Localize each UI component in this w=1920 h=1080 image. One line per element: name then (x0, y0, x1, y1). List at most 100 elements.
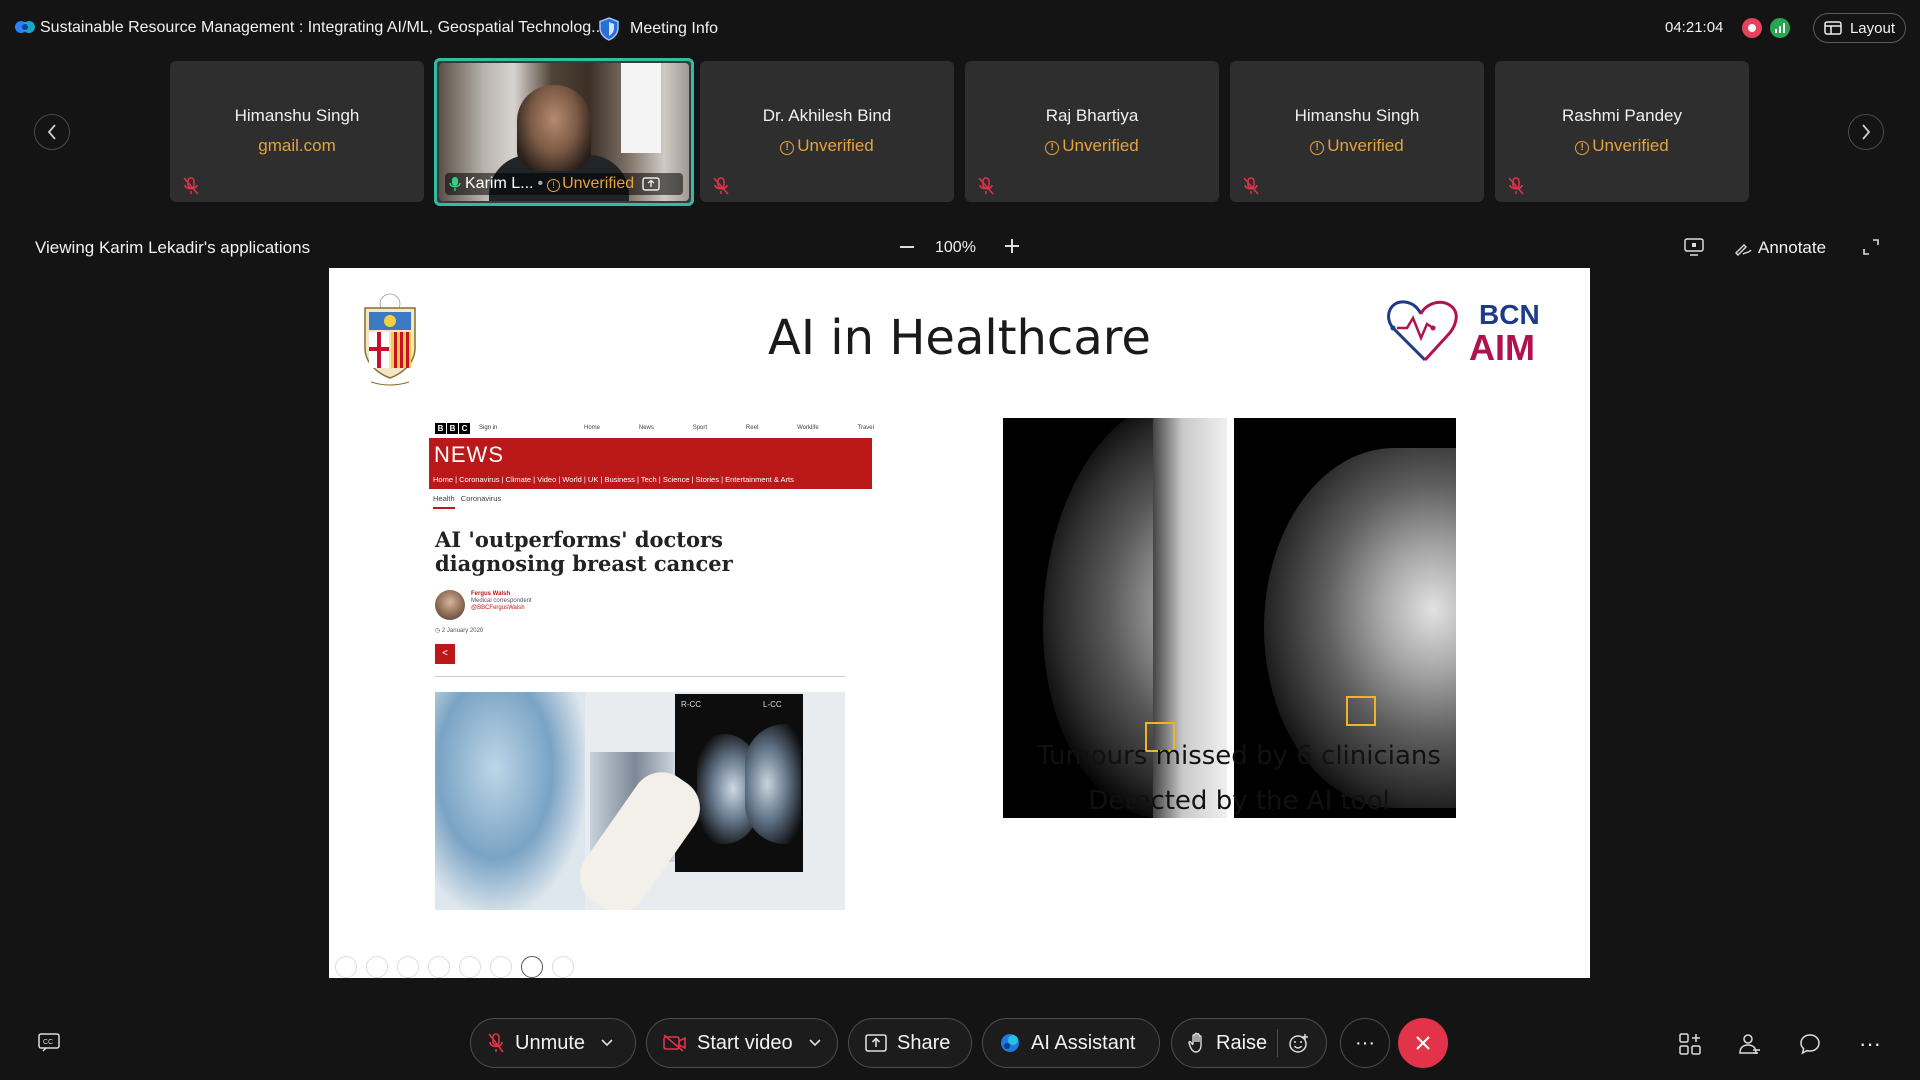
shared-screen-options-button[interactable] (1684, 238, 1704, 261)
bbc-logo-box: C (459, 422, 470, 434)
share-button[interactable]: Share (848, 1018, 972, 1068)
reactions-emoji-icon[interactable] (1288, 1032, 1310, 1054)
logo-text-top: BCN (1479, 299, 1540, 330)
participant-status: ! Unverified (1230, 136, 1484, 156)
participant-email: gmail.com (258, 136, 336, 155)
pen-tool-icon[interactable] (397, 956, 419, 978)
magnifier-icon[interactable] (459, 956, 481, 978)
chevron-right-icon (1862, 124, 1871, 140)
bbc-news-brand: NEWS (434, 442, 504, 467)
participant-tile[interactable]: Himanshu Singh gmail.com (170, 61, 424, 202)
zoom-level: 100% (935, 239, 976, 256)
shield-icon (599, 17, 619, 41)
bbc-top-nav: Home News Sport Reel Worklife Travel (584, 420, 874, 436)
bbc-subnav: Health Coronavirus (433, 494, 501, 509)
layout-button[interactable]: Layout (1813, 13, 1906, 43)
author-avatar (435, 590, 465, 620)
warning-icon: ! (1310, 141, 1325, 155)
bbc-subnav-active: Health (433, 494, 455, 509)
screen-share-icon (642, 177, 660, 191)
annotate-label: Annotate (1758, 238, 1827, 257)
meeting-info-button[interactable]: Meeting Info (598, 15, 718, 43)
shared-slide: AI in Healthcare BCN AIM B B C Sign in H… (329, 268, 1590, 978)
leave-meeting-button[interactable] (1398, 1018, 1448, 1068)
subtitles-icon[interactable] (490, 956, 512, 978)
apps-button[interactable] (1676, 1030, 1704, 1058)
participant-name: Dr. Akhilesh Bind (762, 106, 892, 125)
mic-muted-icon (1508, 177, 1524, 195)
participant-status: ! Unverified (700, 136, 954, 156)
closed-captions-button[interactable]: CC (38, 1032, 60, 1057)
author-name: Fergus Walsh (471, 591, 511, 597)
slide-caption-line-2: Detected by the AI tool (1088, 786, 1390, 816)
participant-name: Himanshu Singh (1294, 106, 1420, 125)
bbc-nav-item: Travel (857, 425, 874, 431)
raise-label: Raise (1216, 1031, 1268, 1054)
mic-on-icon (449, 177, 461, 191)
start-video-button[interactable]: Start video (646, 1018, 838, 1068)
meeting-timer: 04:21:04 (1665, 19, 1724, 36)
annotate-button[interactable]: Annotate (1734, 238, 1826, 258)
author-role: Medical correspondent (471, 598, 532, 604)
mic-muted-icon (1243, 177, 1259, 195)
zoom-out-button[interactable] (896, 236, 918, 258)
chevron-down-icon[interactable] (601, 1039, 613, 1047)
participant-status: ! Unverified (547, 175, 634, 193)
unmute-label: Unmute (515, 1031, 586, 1054)
warning-icon: ! (780, 141, 795, 155)
bbc-section-nav: Home | Coronavirus | Climate | Video | W… (433, 475, 794, 484)
previous-slide-icon[interactable] (335, 956, 357, 978)
tumour-marker (1346, 696, 1376, 726)
video-background-window (621, 63, 661, 153)
video-person-head (517, 85, 591, 171)
apps-icon (1679, 1033, 1701, 1055)
film-label: L-CC (763, 700, 782, 709)
layout-label: Layout (1849, 19, 1896, 37)
unmute-button[interactable]: Unmute (470, 1018, 636, 1068)
bbc-nav-item: Home (584, 425, 601, 431)
chat-button[interactable] (1796, 1030, 1824, 1058)
slide-caption-line-1: Tumours missed by 6 clinicians (1037, 741, 1441, 771)
next-participants-button[interactable] (1848, 114, 1884, 150)
more-options-button[interactable]: ··· (1340, 1018, 1390, 1068)
webex-logo-icon (15, 21, 35, 33)
participant-tile[interactable]: Rashmi Pandey ! Unverified (1495, 61, 1749, 202)
article-headline: AI 'outperforms' doctors diagnosing brea… (435, 527, 733, 576)
raise-hand-button[interactable]: Raise (1171, 1018, 1327, 1068)
participant-tile[interactable]: Raj Bhartiya ! Unverified (965, 61, 1219, 202)
network-signal-icon[interactable] (1770, 18, 1790, 38)
chevron-left-icon (47, 124, 56, 140)
monitor-icon (1684, 238, 1704, 256)
mic-muted-icon (978, 177, 994, 195)
participants-icon (1739, 1034, 1760, 1054)
author-handle: @BBCFergusWalsh (471, 605, 525, 611)
article-date: ◷ 2 January 2020 (435, 628, 484, 634)
logo-text-bottom: AIM (1469, 327, 1535, 366)
participant-tile-active-speaker[interactable]: Karim L... • ! Unverified (434, 58, 694, 206)
participant-tile[interactable]: Himanshu Singh ! Unverified (1230, 61, 1484, 202)
warning-icon: ! (1045, 141, 1060, 155)
bbc-nav-item: News (638, 425, 654, 431)
warning-icon: ! (1575, 141, 1590, 155)
slides-grid-icon[interactable] (428, 956, 450, 978)
participants-button[interactable] (1736, 1030, 1764, 1058)
photo-surgical-cap (435, 692, 585, 910)
next-slide-icon[interactable] (366, 956, 388, 978)
camera-icon[interactable] (521, 956, 543, 978)
more-panels-button[interactable]: ··· (1856, 1030, 1884, 1058)
svg-text:CC: CC (43, 1039, 53, 1046)
top-bar: Sustainable Resource Management : Integr… (0, 0, 1920, 58)
layout-icon (1824, 21, 1842, 35)
previous-participants-button[interactable] (34, 114, 70, 150)
participant-tile[interactable]: Dr. Akhilesh Bind ! Unverified (700, 61, 954, 202)
article-photo: R-CC L-CC (435, 692, 845, 910)
ai-assistant-button[interactable]: AI Assistant (982, 1018, 1160, 1068)
more-options-icon[interactable] (552, 956, 574, 978)
zoom-in-button[interactable] (1000, 234, 1024, 258)
chevron-down-icon[interactable] (809, 1039, 821, 1047)
closed-captions-icon: CC (38, 1033, 60, 1052)
article-author: Fergus Walsh Medical correspondent @BBCF… (471, 591, 532, 612)
video-off-icon (663, 1034, 686, 1052)
fullscreen-button[interactable] (1862, 238, 1880, 261)
recording-icon[interactable] (1742, 18, 1762, 38)
